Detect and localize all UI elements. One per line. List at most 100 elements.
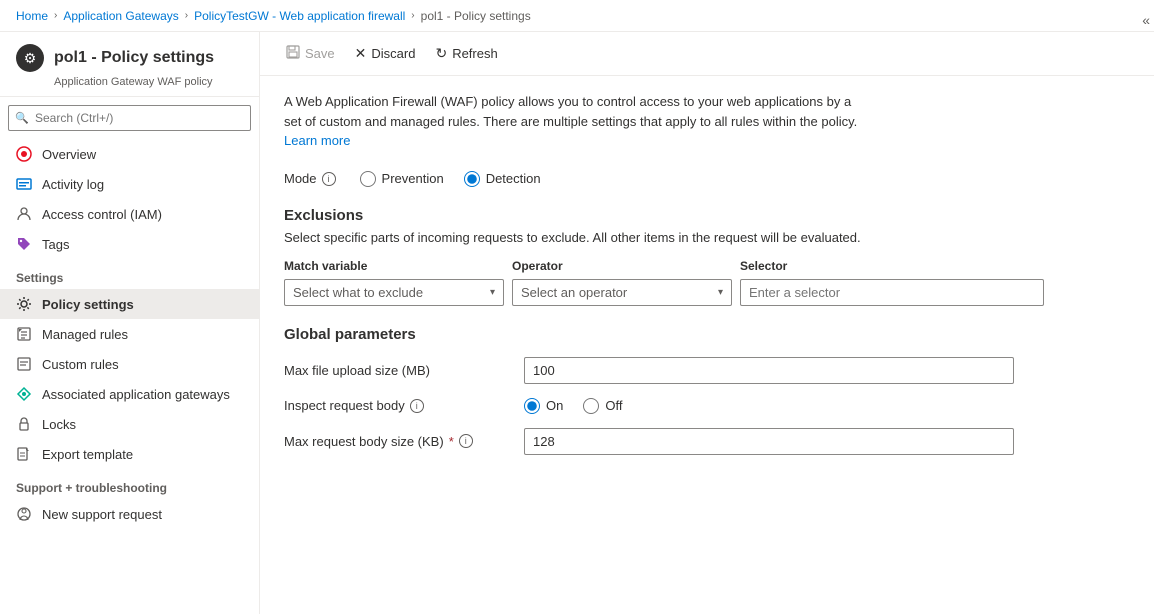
page-content: A Web Application Firewall (WAF) policy … [260, 76, 1154, 614]
inspect-body-row: Inspect request body i On Off [284, 398, 1130, 414]
exclusions-table: Match variable Operator Selector Select … [284, 259, 1044, 306]
iam-icon [16, 206, 32, 222]
sidebar-item-locks[interactable]: Locks [0, 409, 259, 439]
detection-option[interactable]: Detection [464, 171, 541, 187]
operator-dropdown[interactable]: Select an operator ▾ [512, 279, 732, 306]
sidebar-item-custom-rules[interactable]: Custom rules [0, 349, 259, 379]
search-input[interactable] [8, 105, 251, 131]
discard-label: Discard [371, 46, 415, 61]
sidebar-header: ⚙ pol1 - Policy settings « Application G… [0, 32, 259, 97]
sidebar-item-managed-rules[interactable]: Managed rules [0, 319, 259, 349]
sidebar-item-locks-label: Locks [42, 417, 76, 432]
sidebar: ⚙ pol1 - Policy settings « Application G… [0, 32, 260, 614]
settings-section-label: Settings [0, 259, 259, 289]
activity-icon [16, 176, 32, 192]
learn-more-link[interactable]: Learn more [284, 133, 350, 148]
prevention-option[interactable]: Prevention [360, 171, 444, 187]
col-selector: Selector [740, 259, 1044, 273]
breadcrumb-current: pol1 - Policy settings [421, 9, 531, 23]
operator-arrow: ▾ [718, 287, 723, 298]
refresh-button[interactable]: ↻ Refresh [425, 40, 507, 67]
prevention-label: Prevention [382, 171, 444, 186]
support-section-label: Support + troubleshooting [0, 469, 259, 499]
sidebar-item-overview[interactable]: Overview [0, 139, 259, 169]
breadcrumb: Home › Application Gateways › PolicyTest… [0, 0, 1154, 32]
sidebar-item-iam[interactable]: Access control (IAM) [0, 199, 259, 229]
mode-label: Mode i [284, 171, 336, 186]
custom-rules-icon [16, 356, 32, 372]
sidebar-item-custom-rules-label: Custom rules [42, 357, 119, 372]
sidebar-item-activity-log[interactable]: Activity log [0, 169, 259, 199]
exclusions-section: Exclusions Select specific parts of inco… [284, 207, 1130, 306]
inspect-body-info-icon[interactable]: i [410, 399, 424, 413]
detection-radio[interactable] [464, 171, 480, 187]
sidebar-item-tags-label: Tags [42, 237, 69, 252]
max-upload-label: Max file upload size (MB) [284, 363, 524, 378]
max-body-required: * [449, 434, 454, 449]
sidebar-item-policy-settings[interactable]: Policy settings [0, 289, 259, 319]
prevention-radio[interactable] [360, 171, 376, 187]
max-body-info-icon[interactable]: i [459, 434, 473, 448]
match-variable-dropdown[interactable]: Select what to exclude ▾ [284, 279, 504, 306]
sidebar-item-export-template-label: Export template [42, 447, 133, 462]
search-box[interactable]: 🔍 [8, 105, 251, 131]
sidebar-item-tags[interactable]: Tags [0, 229, 259, 259]
overview-icon [16, 146, 32, 162]
refresh-label: Refresh [452, 46, 498, 61]
sidebar-title: pol1 - Policy settings [54, 49, 214, 67]
description-text: A Web Application Firewall (WAF) policy … [284, 92, 864, 151]
inspect-off-radio[interactable] [583, 398, 599, 414]
breadcrumb-sep-1: › [54, 10, 57, 21]
save-icon [286, 45, 300, 62]
policy-icon: ⚙ [16, 44, 44, 72]
policy-settings-icon [16, 296, 32, 312]
inspect-on-radio[interactable] [524, 398, 540, 414]
max-upload-input[interactable] [524, 357, 1014, 384]
mode-info-icon[interactable]: i [322, 172, 336, 186]
col-operator: Operator [512, 259, 732, 273]
breadcrumb-sep-2: › [185, 10, 188, 21]
locks-icon [16, 416, 32, 432]
mode-row: Mode i Prevention Detection [284, 171, 1130, 187]
inspect-off-option[interactable]: Off [583, 398, 622, 414]
breadcrumb-policytestgw[interactable]: PolicyTestGW - Web application firewall [194, 9, 405, 23]
main-content: Save ✕ Discard ↻ Refresh A Web Applicati… [260, 32, 1154, 614]
discard-icon: ✕ [355, 45, 367, 62]
mode-radio-group: Prevention Detection [360, 171, 541, 187]
managed-rules-icon [16, 326, 32, 342]
sidebar-item-managed-rules-label: Managed rules [42, 327, 128, 342]
max-upload-row: Max file upload size (MB) [284, 357, 1130, 384]
inspect-body-radio-group: On Off [524, 398, 622, 414]
operator-value: Select an operator [521, 285, 627, 300]
global-params-section: Global parameters Max file upload size (… [284, 326, 1130, 455]
breadcrumb-sep-3: › [411, 10, 414, 21]
breadcrumb-home[interactable]: Home [16, 9, 48, 23]
save-label: Save [305, 46, 335, 61]
exclusions-title: Exclusions [284, 207, 1130, 224]
support-icon [16, 506, 32, 522]
toolbar: Save ✕ Discard ↻ Refresh [260, 32, 1154, 76]
sidebar-item-activity-label: Activity log [42, 177, 104, 192]
sidebar-item-new-support[interactable]: New support request [0, 499, 259, 529]
sidebar-item-assoc-gateways-label: Associated application gateways [42, 387, 230, 402]
detection-label: Detection [486, 171, 541, 186]
inspect-on-option[interactable]: On [524, 398, 563, 414]
inspect-body-label: Inspect request body i [284, 398, 524, 413]
sidebar-item-export-template[interactable]: Export template [0, 439, 259, 469]
sidebar-subtitle: Application Gateway WAF policy [54, 76, 243, 88]
sidebar-item-new-support-label: New support request [42, 507, 162, 522]
sidebar-item-assoc-gateways[interactable]: Associated application gateways [0, 379, 259, 409]
assoc-gateways-icon [16, 386, 32, 402]
exclusions-desc: Select specific parts of incoming reques… [284, 230, 1130, 245]
inspect-off-label: Off [605, 398, 622, 413]
breadcrumb-appgw[interactable]: Application Gateways [63, 9, 178, 23]
discard-button[interactable]: ✕ Discard [345, 40, 426, 67]
save-button[interactable]: Save [276, 40, 345, 67]
max-body-input[interactable] [524, 428, 1014, 455]
match-variable-value: Select what to exclude [293, 285, 423, 300]
col-match-variable: Match variable [284, 259, 504, 273]
exclusions-row: Select what to exclude ▾ Select an opera… [284, 279, 1044, 306]
search-icon: 🔍 [15, 112, 29, 125]
selector-input[interactable] [740, 279, 1044, 306]
match-variable-arrow: ▾ [490, 287, 495, 298]
